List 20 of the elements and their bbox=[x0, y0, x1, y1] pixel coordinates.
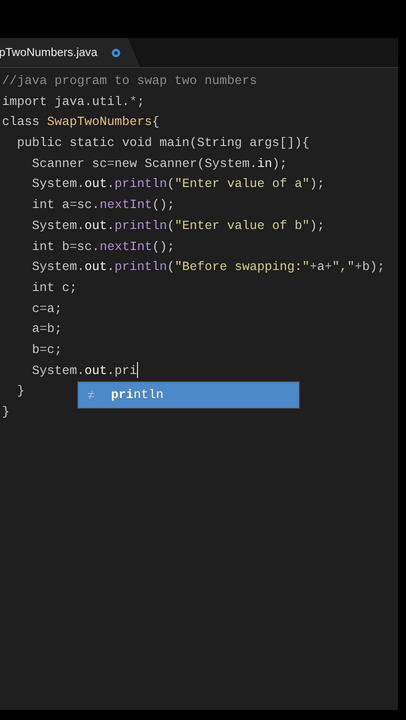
code-line: } bbox=[2, 404, 10, 421]
code-line: import java.util.*; bbox=[2, 94, 145, 111]
code-line: System.out.pri bbox=[31, 361, 138, 380]
code-line: int c; bbox=[31, 280, 78, 297]
code-line: int a=sc.nextInt(); bbox=[31, 197, 175, 214]
code-line: int b=sc.nextInt(); bbox=[31, 238, 175, 256]
suggestion-item[interactable]: println bbox=[78, 382, 299, 408]
code-line: c=a; bbox=[31, 300, 62, 318]
method-icon bbox=[87, 390, 95, 400]
code-line: System.out.println("Enter value of a"); bbox=[31, 176, 325, 194]
code-line: a=b; bbox=[31, 321, 62, 338]
file-tab[interactable]: pTwoNumbers.java bbox=[0, 38, 140, 67]
code-line: System.out.println("Enter value of b"); bbox=[31, 218, 325, 235]
code-line: } bbox=[16, 383, 25, 400]
code-line: b=c; bbox=[31, 342, 62, 359]
code-line: //java program to swap two numbers bbox=[2, 73, 258, 90]
code-line: public static void main(String args[]){ bbox=[16, 135, 310, 152]
code-line: Scanner sc=new Scanner(System.in); bbox=[31, 156, 288, 173]
code-line: class SwapTwoNumbers{ bbox=[2, 114, 160, 132]
code-line: System.out.println("Before swapping:"+a+","+b); bbox=[31, 259, 385, 276]
